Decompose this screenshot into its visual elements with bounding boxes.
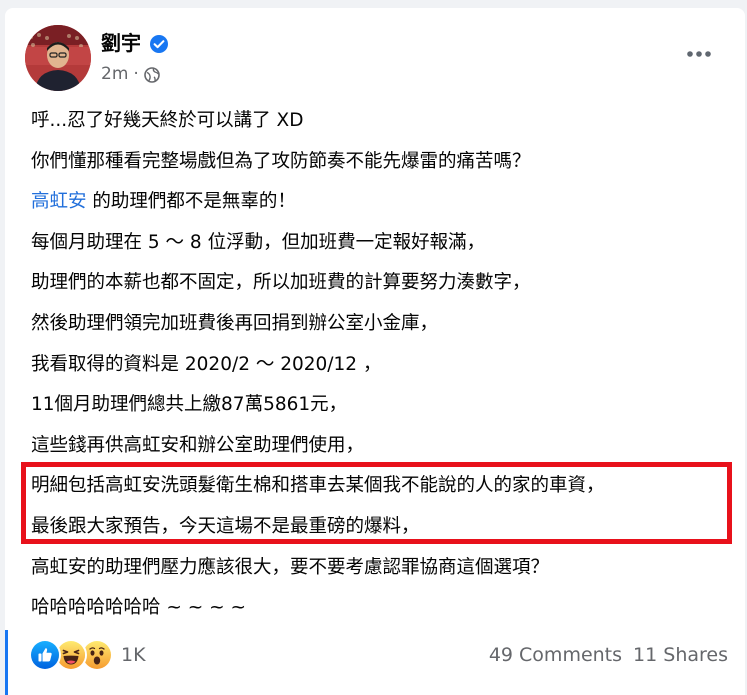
post-line: 哈哈哈哈哈哈哈 ~ ~ ~ ~	[31, 597, 247, 619]
globe-icon	[143, 66, 160, 83]
post-meta: 2m ·	[101, 62, 160, 86]
shares-count-link[interactable]: 11 Shares	[633, 644, 728, 666]
post-line-mention: 高虹安 的助理們都不是無辜的！	[31, 182, 731, 223]
reaction-count: 1K	[121, 644, 146, 666]
meta-separator: ·	[133, 64, 139, 84]
post-body: 呼...忍了好幾天終於可以講了 XD 你們懂那種看完整場戲但為了攻防節奏不能先爆…	[31, 101, 731, 629]
engagement-stats: 49 Comments 11 Shares	[489, 644, 728, 666]
post-line: 11個月助理們總共上繳87萬5861元，	[31, 394, 348, 416]
verified-badge-icon	[149, 33, 169, 53]
post-line: 高虹安的助理們壓力應該很大，要不要考慮認罪協商這個選項？	[31, 556, 550, 578]
post-line: 我看取得的資料是 2020/2 ～ 2020/12 ，	[31, 353, 382, 375]
post-line: 助理們的本薪也都不固定，所以加班費的計算要努力湊數字，	[31, 272, 531, 294]
avatar[interactable]	[25, 25, 91, 91]
post-line: 這些錢再供高虹安和辦公室助理們使用，	[31, 434, 365, 456]
mention-link[interactable]: 高虹安	[31, 191, 87, 212]
post-line: 呼...忍了好幾天終於可以講了 XD	[31, 110, 304, 131]
left-accent-strip	[5, 630, 8, 695]
post-line: 然後助理們領完加班費後再回捐到辦公室小金庫，	[31, 312, 439, 334]
post-line: 每個月助理在 5 ～ 8 位浮動，但加班費一定報好報滿，	[31, 231, 486, 253]
post-card: 劉宇 2m · 呼...忍了好幾天終於可以講了 XD 你們懂那種看完整場戲但為了…	[5, 8, 745, 695]
mention-line-text: 的助理們都不是無辜的！	[86, 191, 296, 213]
post-timestamp[interactable]: 2m	[101, 62, 128, 86]
author-name-row: 劉宇	[101, 29, 169, 57]
comments-count-link[interactable]: 49 Comments	[489, 644, 622, 666]
reactions-summary[interactable]: 1K	[29, 639, 146, 671]
more-dots-icon	[687, 51, 711, 57]
more-options-button[interactable]	[677, 36, 721, 72]
post-line: 你們懂那種看完整場戲但為了攻防節奏不能先爆雷的痛苦嗎？	[31, 150, 531, 172]
post-line-highlighted: 最後跟大家預告，今天這場不是最重磅的爆料，	[31, 515, 420, 537]
author-name[interactable]: 劉宇	[101, 29, 141, 57]
post-line-highlighted: 明細包括高虹安洗頭髮衛生棉和搭車去某個我不能說的人的家的車資，	[31, 475, 605, 497]
like-icon	[29, 639, 61, 671]
